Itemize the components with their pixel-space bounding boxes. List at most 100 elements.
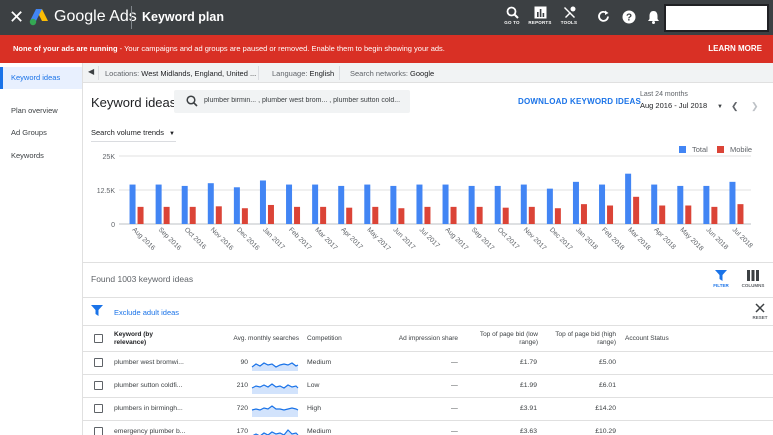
avg-searches-cell: 90 xyxy=(240,359,248,366)
y-tick-label: 0 xyxy=(111,222,115,229)
bar-mobile xyxy=(215,206,222,224)
account-selector[interactable] xyxy=(664,4,769,32)
column-header-competition[interactable]: Competition xyxy=(307,335,342,343)
x-tick-label: Nov 2017 xyxy=(522,226,548,252)
bar-total xyxy=(312,184,319,224)
x-tick-label: Aug 2017 xyxy=(444,226,470,252)
next-date-arrow-icon[interactable]: ❯ xyxy=(751,101,759,112)
google-ads-logo xyxy=(29,9,48,26)
bar-mobile xyxy=(580,204,587,224)
low-bid-cell: £3.91 xyxy=(519,405,537,412)
columns-button[interactable]: COLUMNS xyxy=(741,270,765,288)
trend-sparkline xyxy=(251,405,299,417)
row-checkbox[interactable] xyxy=(94,404,103,413)
column-header-keyword[interactable]: Keyword (by relevance) xyxy=(114,331,174,347)
x-tick-label: Feb 2017 xyxy=(287,226,312,251)
refresh-icon[interactable] xyxy=(597,10,610,23)
chart-divider xyxy=(83,262,773,263)
table-row[interactable]: plumber west bromwi... 90 Medium — £1.79… xyxy=(83,352,773,375)
toolbar-divider xyxy=(83,297,773,298)
notifications-bell-icon[interactable] xyxy=(647,10,660,24)
prev-date-arrow-icon[interactable]: ❮ xyxy=(731,101,739,112)
date-range-selector[interactable]: Last 24 months Aug 2016 - Jul 2018 ▼ xyxy=(640,91,723,110)
search-volume-trends-dropdown[interactable]: Search volume trends ▼ xyxy=(91,128,175,137)
svg-text:?: ? xyxy=(626,13,632,24)
keyword-cell: emergency plumber b... xyxy=(114,428,186,435)
learn-more-button[interactable]: LEARN MORE xyxy=(708,44,762,53)
network-filter[interactable]: Search networks: Google xyxy=(350,69,434,78)
column-header-account-status[interactable]: Account Status xyxy=(625,335,669,343)
column-header-low-bid[interactable]: Top of page bid (low range) xyxy=(468,331,538,347)
search-keywords-text: plumber birmin... , plumber west brom...… xyxy=(204,97,401,104)
column-header-high-bid[interactable]: Top of page bid (high range) xyxy=(543,331,616,347)
sidebar-item-plan-overview[interactable]: Plan overview xyxy=(0,100,82,122)
collapse-sidebar-icon[interactable]: ◀ xyxy=(88,67,94,76)
bar-mobile xyxy=(659,205,666,224)
sidebar-item-ad-groups[interactable]: Ad Groups xyxy=(0,122,82,144)
found-keywords-count: Found 1003 keyword ideas xyxy=(91,274,194,284)
bar-mobile xyxy=(633,196,640,224)
goto-button[interactable]: GO TO xyxy=(499,6,525,25)
filter-button[interactable]: FILTER xyxy=(709,270,733,288)
trend-sparkline xyxy=(251,383,299,394)
bar-total xyxy=(599,184,606,224)
column-header-avg-searches[interactable]: Avg. monthly searches xyxy=(223,335,299,343)
trends-underline xyxy=(91,141,176,142)
bar-total xyxy=(390,185,397,224)
bar-mobile xyxy=(554,208,561,224)
page-title: Keyword plan xyxy=(142,10,224,24)
keyword-cell: plumbers in birmingh... xyxy=(114,405,183,412)
table-row[interactable]: plumber sutton coldfi... 210 Low — £1.99… xyxy=(83,375,773,398)
high-bid-cell: £14.20 xyxy=(595,405,616,412)
dropdown-caret-icon: ▼ xyxy=(168,131,175,137)
bar-total xyxy=(129,184,136,224)
reset-button[interactable]: RESET xyxy=(749,303,771,320)
download-keyword-ideas-button[interactable]: DOWNLOAD KEYWORD IDEAS xyxy=(518,97,641,106)
y-tick-label: 25K xyxy=(103,154,116,161)
sidebar-item-keywords[interactable]: Keywords xyxy=(0,145,82,167)
bar-mobile xyxy=(424,206,431,224)
row-checkbox[interactable] xyxy=(94,358,103,367)
table-row[interactable]: plumbers in birmingh... 720 High — £3.91… xyxy=(83,398,773,421)
bar-total xyxy=(442,184,449,224)
columns-icon xyxy=(747,270,759,281)
sidebar: Keyword ideas Plan overview Ad Groups Ke… xyxy=(0,63,83,435)
bar-mobile xyxy=(346,207,353,224)
bar-mobile xyxy=(398,208,405,224)
bar-total xyxy=(494,185,501,224)
search-icon xyxy=(506,6,519,19)
bar-mobile xyxy=(476,206,483,224)
bar-total xyxy=(625,173,632,224)
select-all-checkbox[interactable] xyxy=(94,334,103,343)
bar-total xyxy=(207,183,214,224)
filter-funnel-icon xyxy=(91,305,103,316)
bar-mobile xyxy=(137,206,144,224)
tools-button[interactable]: TOOLS xyxy=(556,6,582,25)
bar-total xyxy=(651,184,658,224)
row-checkbox[interactable] xyxy=(94,381,103,390)
bar-mobile xyxy=(294,206,301,224)
bar-total xyxy=(155,184,162,224)
close-icon[interactable]: ✕ xyxy=(9,7,24,27)
x-tick-label: Feb 2018 xyxy=(600,226,625,251)
bar-total xyxy=(286,184,293,224)
top-app-bar: ✕ Google Ads Keyword plan GO TO REPORTS … xyxy=(0,0,773,35)
high-bid-cell: £10.29 xyxy=(595,428,616,435)
x-tick-label: Dec 2016 xyxy=(235,226,261,252)
table-row[interactable]: emergency plumber b... 170 Medium — £3.6… xyxy=(83,421,773,435)
bar-total xyxy=(703,185,710,224)
location-filter[interactable]: Locations: West Midlands, England, Unite… xyxy=(105,69,256,78)
help-icon[interactable]: ? xyxy=(622,10,636,24)
x-tick-label: Jul 2018 xyxy=(731,226,754,249)
keyword-ideas-heading: Keyword ideas xyxy=(91,95,177,110)
bar-total xyxy=(181,185,188,224)
row-checkbox[interactable] xyxy=(94,427,103,435)
plan-filter-strip: ◀ Locations: West Midlands, England, Uni… xyxy=(83,63,773,83)
keyword-search-input[interactable]: plumber birmin... , plumber west brom...… xyxy=(174,90,410,113)
sidebar-item-keyword-ideas[interactable]: Keyword ideas xyxy=(0,67,82,89)
x-tick-label: Apr 2017 xyxy=(339,226,364,251)
language-filter[interactable]: Language: English xyxy=(272,69,334,78)
reports-button[interactable]: REPORTS xyxy=(527,6,553,25)
column-header-impression-share[interactable]: Ad impression share xyxy=(388,335,458,343)
x-tick-label: May 2018 xyxy=(678,226,704,252)
